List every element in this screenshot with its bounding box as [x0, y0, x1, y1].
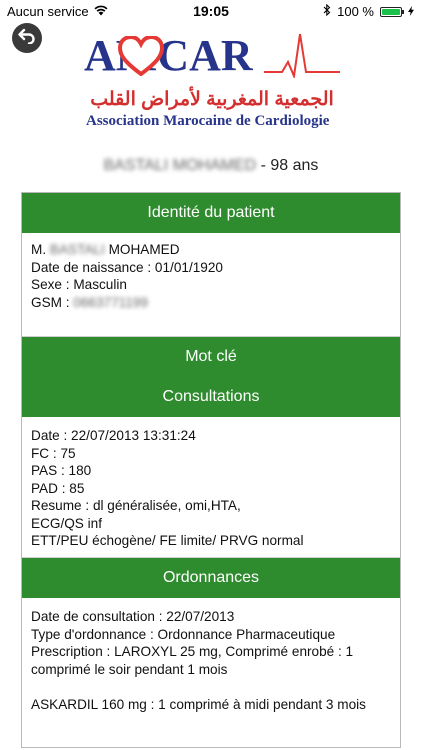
consultation-line: Date : 22/07/2013 13:31:24: [31, 428, 196, 443]
consultations-section-body: Date : 22/07/2013 13:31:24 FC : 75 PAS :…: [22, 417, 400, 558]
consultation-line: Resume : dl généralisée, omi,HTA,: [31, 498, 241, 513]
ordonnance-line: Prescription : LAROXYL 25 mg, Comprimé e…: [31, 644, 354, 677]
screen: Aucun service 19:05 100 % AMCAR الجمعية …: [0, 0, 422, 750]
consultations-section-header[interactable]: Consultations: [22, 377, 400, 417]
back-arrow-icon: [18, 28, 36, 49]
logo-wordmark: AMCAR: [84, 31, 253, 80]
battery-icon: [380, 6, 404, 17]
identity-section-body: M. BASTALI MOHAMED Date de naissance : 0…: [22, 233, 400, 337]
identity-gsm-label: GSM :: [31, 294, 74, 310]
identity-name-blurred: BASTALI: [49, 242, 105, 257]
consultation-line: ECG/QS inf: [31, 515, 103, 531]
bluetooth-icon: [323, 3, 331, 19]
consultation-line: ETT/PEU échogène/ FE limite/ PRVG normal: [31, 533, 304, 548]
battery-fill: [382, 8, 400, 15]
battery-percent: 100 %: [337, 4, 374, 19]
patient-header-age: - 98 ans: [256, 157, 319, 174]
identity-birth: Date de naissance : 01/01/1920: [31, 259, 223, 275]
charging-bolt-icon: [408, 4, 414, 19]
keyword-section-header[interactable]: Mot clé: [22, 337, 400, 377]
identity-section-header[interactable]: Identité du patient: [22, 193, 400, 233]
status-bar: Aucun service 19:05 100 %: [0, 0, 422, 22]
ordonnance-line: Date de consultation : 22/07/2013: [31, 609, 235, 624]
identity-title: Identité du patient: [147, 204, 275, 221]
logo-french-text: Association Marocaine de Cardiologie: [86, 113, 330, 129]
ordonnance-line: Type d'ordonnance : Ordonnance Pharmaceu…: [31, 626, 336, 642]
ecg-line-icon: [264, 32, 340, 83]
identity-gsm-value: 0663771199: [73, 294, 148, 310]
consultation-line: PAD : 85: [31, 480, 85, 496]
patient-header: BASTALI MOHAMED - 98 ans: [0, 157, 422, 175]
logo-arabic-text: الجمعية المغربية لأمراض القلب: [90, 89, 334, 110]
status-right: 100 %: [323, 3, 414, 19]
ordonnance-second-prescription: ASKARDIL 160 mg : 1 comprimé à midi pend…: [31, 697, 366, 712]
patient-record-card: Identité du patient M. BASTALI MOHAMED D…: [21, 192, 401, 748]
patient-header-name: BASTALI MOHAMED: [103, 157, 257, 174]
consultation-line: PAS : 180: [31, 463, 92, 478]
ordonnances-section-body: Date de consultation : 22/07/2013 Type d…: [22, 598, 400, 722]
back-button[interactable]: [12, 23, 42, 53]
identity-name-line: M. BASTALI MOHAMED: [31, 241, 391, 259]
identity-sex: Sexe : Masculin: [31, 277, 127, 292]
identity-name-rest: MOHAMED: [104, 242, 180, 257]
heart-icon: [117, 34, 165, 81]
consultation-line: FC : 75: [31, 445, 76, 461]
identity-name-prefix: M.: [31, 242, 50, 257]
identity-gsm-line: GSM : 0663771199: [31, 294, 391, 312]
ordonnances-section-header[interactable]: Ordonnances: [22, 558, 400, 598]
keyword-title: Mot clé: [185, 348, 237, 365]
amcar-logo: AMCAR الجمعية المغربية لأمراض القلب Asso…: [84, 30, 340, 130]
ordonnances-title: Ordonnances: [162, 569, 260, 586]
consultations-title: Consultations: [162, 388, 260, 405]
